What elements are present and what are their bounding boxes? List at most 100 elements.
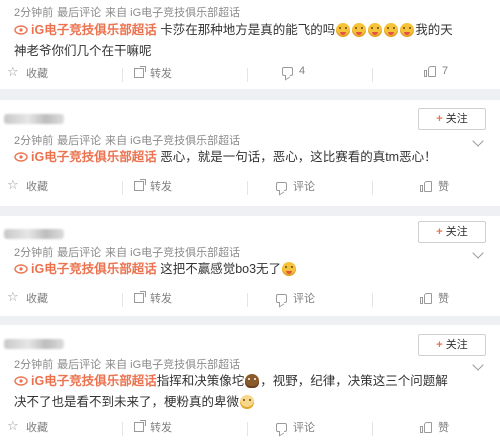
comment-button[interactable]: 评论: [276, 419, 315, 435]
favorite-button[interactable]: 收藏: [7, 289, 48, 306]
post-time: 2分钟前: [14, 135, 54, 147]
favorite-label: 收藏: [26, 422, 48, 434]
avatar[interactable]: [4, 339, 64, 349]
repost-button[interactable]: 转发: [134, 419, 172, 435]
divider: [247, 68, 248, 82]
post-source[interactable]: 来自 iG电子竞技俱乐部超话: [105, 247, 240, 259]
comment-icon: [282, 66, 293, 76]
action-bar: 收藏 转发 评论 赞: [0, 177, 500, 198]
divider: [372, 293, 373, 307]
topic-link[interactable]: iG电子竞技俱乐部超话: [31, 374, 157, 388]
divider: [122, 422, 123, 436]
post-text: 我的天: [415, 23, 453, 37]
favorite-button[interactable]: 收藏: [7, 418, 48, 435]
favorite-label: 收藏: [26, 181, 48, 193]
like-button[interactable]: 7: [424, 65, 448, 77]
star-icon: [7, 418, 20, 434]
post-source[interactable]: 来自 iG电子竞技俱乐部超话: [105, 135, 240, 147]
repost-button[interactable]: 转发: [134, 178, 172, 194]
like-label: 赞: [438, 293, 449, 305]
comment-label: 评论: [293, 181, 315, 193]
favorite-button[interactable]: 收藏: [7, 177, 48, 194]
post-text: 指挥和决策像坨: [156, 374, 245, 388]
emoji-icon: [352, 23, 367, 37]
action-bar: 收藏 转发 评论 赞: [0, 289, 500, 310]
post-source[interactable]: 来自 iG电子竞技俱乐部超话: [105, 359, 240, 371]
favorite-label: 收藏: [26, 293, 48, 305]
divider: [122, 181, 123, 195]
emoji-icon: [240, 395, 255, 409]
chevron-down-icon[interactable]: [472, 360, 486, 370]
repost-button[interactable]: 转发: [134, 290, 172, 306]
repost-label: 转发: [150, 422, 172, 434]
repost-icon: [134, 291, 146, 303]
emoji-icon: [400, 23, 415, 37]
comment-icon: [276, 293, 287, 303]
post-text: 神老爷你们几个在干嘛呢: [14, 44, 152, 58]
post-recent-comment: 最后评论: [57, 135, 102, 147]
post-card: + 关注 2分钟前 最后评论 来自 iG电子竞技俱乐部超话 iG电子竞技俱乐部超话指挥…: [0, 325, 500, 440]
divider: [247, 181, 248, 195]
post-card: + 关注 2分钟前 最后评论 来自 iG电子竞技俱乐部超话 iG电子竞技俱乐部超话 恶…: [0, 100, 500, 206]
post-meta: 2分钟前 最后评论 来自 iG电子竞技俱乐部超话: [14, 244, 244, 260]
like-button[interactable]: 赞: [420, 290, 449, 306]
post-source[interactable]: 来自 iG电子竞技俱乐部超话: [105, 7, 240, 19]
post-recent-comment: 最后评论: [57, 359, 102, 371]
post-body: iG电子竞技俱乐部超话 恶心，就是一句话，恶心，这比赛看的真tm恶心！: [14, 147, 486, 168]
post-card: 2分钟前 最后评论 来自 iG电子竞技俱乐部超话 iG电子竞技俱乐部超话 卡莎在那种…: [0, 0, 500, 89]
topic-link[interactable]: iG电子竞技俱乐部超话: [31, 23, 157, 37]
post-text: 这把不赢感觉bo3无了: [160, 262, 282, 276]
like-button[interactable]: 赞: [420, 178, 449, 194]
topic-icon: [14, 376, 28, 386]
follow-label: 关注: [445, 113, 468, 125]
topic-icon: [14, 264, 28, 274]
like-icon: [420, 180, 432, 192]
weibo-feed: 2分钟前 最后评论 来自 iG电子竞技俱乐部超话 iG电子竞技俱乐部超话 卡莎在那种…: [0, 0, 500, 440]
comment-button[interactable]: 4: [282, 65, 305, 77]
post-text: 恶心，就是一句话，恶心，这比赛看的真tm恶心！: [160, 150, 437, 164]
divider: [372, 422, 373, 436]
post-card: + 关注 2分钟前 最后评论 来自 iG电子竞技俱乐部超话 iG电子竞技俱乐部超话 这…: [0, 216, 500, 316]
topic-icon: [14, 152, 28, 162]
repost-label: 转发: [150, 181, 172, 193]
comment-button[interactable]: 评论: [276, 178, 315, 194]
chevron-down-icon[interactable]: [472, 248, 486, 258]
post-meta: 2分钟前 最后评论 来自 iG电子竞技俱乐部超话: [14, 4, 244, 20]
emoji-icon: [368, 23, 383, 37]
emoji-icon: [384, 23, 399, 37]
like-icon: [420, 421, 432, 433]
avatar[interactable]: [4, 114, 64, 124]
post-time: 2分钟前: [14, 247, 54, 259]
comment-count: 4: [299, 65, 306, 77]
topic-link[interactable]: iG电子竞技俱乐部超话: [31, 150, 157, 164]
like-label: 赞: [438, 422, 449, 434]
post-text: 决不了也是看不到未来了，梗粉真的卑微: [14, 395, 240, 409]
post-meta: 2分钟前 最后评论 来自 iG电子竞技俱乐部超话: [14, 356, 244, 372]
plus-icon: +: [436, 113, 443, 125]
divider: [247, 293, 248, 307]
comment-button[interactable]: 评论: [276, 290, 315, 306]
separator: [0, 206, 500, 216]
post-text: ，视野，纪律，决策这三个问题解: [260, 374, 448, 388]
divider: [247, 422, 248, 436]
post-body: iG电子竞技俱乐部超话 卡莎在那种地方是真的能飞的吗 我的天 神老爷你们几个在干嘛…: [14, 20, 486, 62]
avatar[interactable]: [4, 229, 64, 239]
repost-button[interactable]: 转发: [134, 65, 172, 81]
chevron-down-icon[interactable]: [472, 136, 486, 146]
post-body: iG电子竞技俱乐部超话指挥和决策像坨 ，视野，纪律，决策这三个问题解 决不了也是看…: [14, 371, 486, 413]
like-icon: [420, 292, 432, 304]
comment-label: 评论: [293, 422, 315, 434]
post-text: 卡莎在那种地方是真的能飞的吗: [160, 23, 336, 37]
follow-button[interactable]: + 关注: [418, 108, 486, 130]
post-time: 2分钟前: [14, 359, 54, 371]
repost-icon: [134, 179, 146, 191]
topic-link[interactable]: iG电子竞技俱乐部超话: [31, 262, 157, 276]
favorite-button[interactable]: 收藏: [7, 64, 48, 81]
repost-icon: [134, 420, 146, 432]
like-button[interactable]: 赞: [420, 419, 449, 435]
divider: [372, 68, 373, 82]
post-recent-comment: 最后评论: [57, 7, 102, 19]
follow-button[interactable]: + 关注: [418, 334, 486, 356]
follow-button[interactable]: + 关注: [418, 221, 486, 243]
repost-icon: [134, 66, 146, 78]
